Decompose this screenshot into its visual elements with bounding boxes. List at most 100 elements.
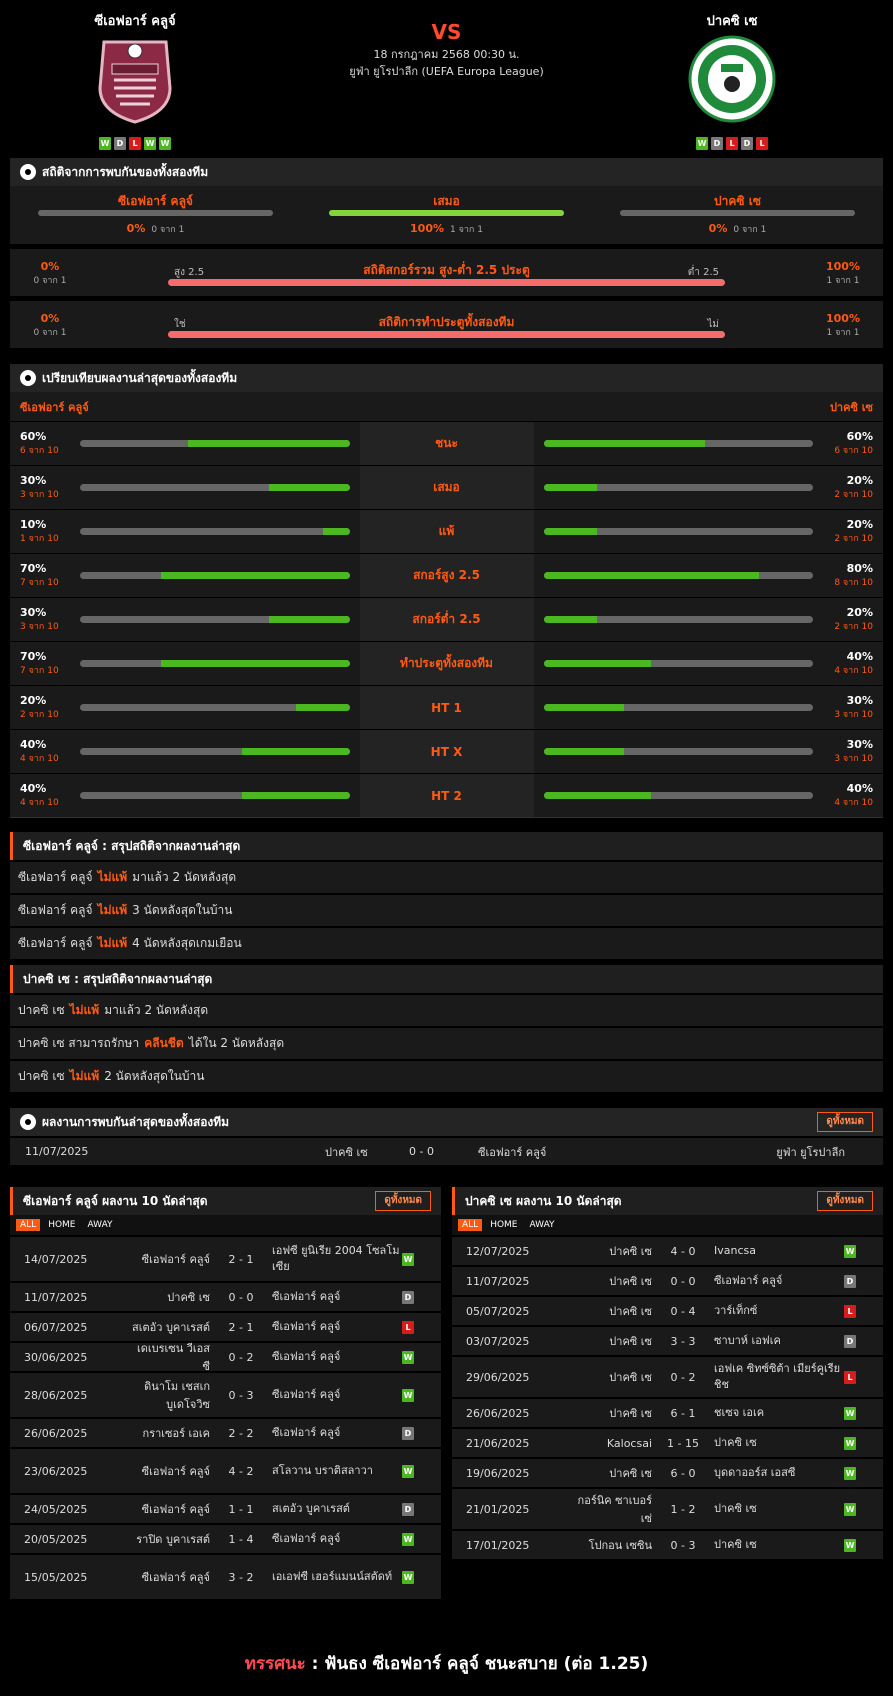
tab-home[interactable]: HOME [44, 1219, 79, 1231]
home-pct-count: 4 จาก 10 [20, 753, 59, 764]
compare-label: ชนะ [359, 422, 534, 465]
view-all-button[interactable]: ดูทั้งหมด [817, 1112, 873, 1132]
match-home: ซีเอฟอาร์ คลูจ์ [141, 1571, 210, 1584]
match-row[interactable]: 30/06/2025 เดเบรเซน วีเอสซี 0 - 2 ซีเอฟอาร์… [10, 1342, 441, 1373]
compare-label: HT 2 [359, 774, 534, 817]
away-bar [543, 748, 813, 755]
match-home: ราปิด บูคาเรสต์ [136, 1533, 210, 1546]
match-away: ซีเอฟอาร์ คลูจ์ [714, 1274, 783, 1287]
tab-all[interactable]: ALL [16, 1219, 41, 1231]
match-row[interactable]: 23/06/2025 ซีเอฟอาร์ คลูจ์ 4 - 2 สโลวาน บรา… [10, 1449, 441, 1493]
summary-line: ซีเอฟอาร์ คลูจ์ ไม่แพ้ 3 นัดหลังสุดในบ้าน [10, 895, 883, 926]
h2h-col-label: ปาคซิ เซ [714, 194, 761, 208]
compare-row: 70% 7 จาก 10 สกอร์สูง 2.5 80% 8 จาก 10 [10, 553, 883, 597]
form-badge: D [741, 137, 753, 150]
home-team[interactable]: ซีเอฟอาร์ คลูจ์ WDLWW [35, 10, 235, 150]
ou-over-label: สูง 2.5 [174, 267, 205, 278]
home-bar-fill [187, 440, 350, 447]
result-badge: W [844, 1503, 856, 1516]
match-date: 21/01/2025 [466, 1502, 530, 1516]
result-badge: W [402, 1465, 414, 1478]
match-date: 20/05/2025 [24, 1532, 88, 1546]
match-date: 30/06/2025 [24, 1350, 88, 1364]
tab-home[interactable]: HOME [486, 1219, 521, 1231]
compare-home-name: ซีเอฟอาร์ คลูจ์ [20, 400, 89, 414]
match-row[interactable]: 03/07/2025 ปาคซิ เซ 3 - 3 ซาบาห์ เอฟเค D [452, 1327, 883, 1355]
bt-no-label: ไม่ [707, 319, 719, 330]
away-team[interactable]: ปาคซิ เซ WDLDL [632, 10, 832, 150]
match-date: 21/06/2025 [466, 1436, 530, 1450]
away-bar-fill [543, 748, 625, 755]
vs-label: VS [431, 20, 462, 44]
ou-right: 100% 1 จาก 1 [813, 260, 873, 287]
match-home: ดินาโม เชสเก บูเดโจวิซ [144, 1380, 210, 1411]
compare-section: เปรียบเทียบผลงานล่าสุดของทั้งสองทีม ซีเอ… [10, 364, 883, 818]
match-row[interactable]: 28/06/2025 ดินาโม เชสเก บูเดโจวิซ 0 - 3 ซีเ… [10, 1373, 441, 1417]
match-row[interactable]: 21/01/2025 กอร์นิค ซาเบอร์เซ่ 1 - 2 ปาคซิ เ… [452, 1489, 883, 1529]
away-pct-count: 4 จาก 10 [834, 665, 873, 676]
view-all-button[interactable]: ดูทั้งหมด [817, 1191, 873, 1211]
match-row[interactable]: 11/07/2025 ปาคซิ เซ 0 - 0 ซีเอฟอาร์ คลูจ์ D [452, 1267, 883, 1295]
home-form: WDLWW [35, 137, 235, 150]
compare-home-side: 30% 3 จาก 10 [10, 466, 360, 509]
compare-row: 30% 3 จาก 10 เสมอ 20% 2 จาก 10 [10, 465, 883, 509]
match-date: 26/06/2025 [466, 1406, 530, 1420]
section-title: สถิติจากการพบกันของทั้งสองทีม [42, 164, 209, 179]
compare-label: HT 1 [359, 686, 534, 729]
home-bar [80, 748, 350, 755]
summary-text: ปาคซิ เซ [18, 1069, 65, 1083]
tab-away[interactable]: AWAY [526, 1219, 559, 1231]
section-title: ผลงานการพบกันล่าสุดของทั้งสองทีม [42, 1114, 230, 1129]
match-row[interactable]: 14/07/2025 ซีเอฟอาร์ คลูจ์ 2 - 1 เอฟซี ยูนิ… [10, 1237, 441, 1281]
home-pct-count: 1 จาก 10 [20, 533, 59, 544]
away-bar-fill [543, 528, 598, 535]
match-date: 12/07/2025 [466, 1244, 530, 1258]
away-pct: 60% 6 จาก 10 [813, 430, 873, 458]
compare-header: เปรียบเทียบผลงานล่าสุดของทั้งสองทีม [10, 364, 883, 392]
home-last-ten-header: ซีเอฟอาร์ คลูจ์ ผลงาน 10 นัดล่าสุด ดูทั้ง… [10, 1187, 441, 1215]
match-result: W [402, 1532, 422, 1546]
last-h2h-row[interactable]: 11/07/2025 ปาคซิ เซ 0 - 0 ซีเอฟอาร์ คลูจ… [10, 1138, 883, 1165]
compare-home-side: 70% 7 จาก 10 [10, 642, 360, 685]
home-pct: 40% 4 จาก 10 [20, 782, 80, 810]
away-summary-lines: ปาคซิ เซ ไม่แพ้ มาแล้ว 2 นัดหลังสุด ปาคซิ เ… [10, 995, 883, 1092]
match-row[interactable]: 29/06/2025 ปาคซิ เซ 0 - 2 เอฟเค ซิทซ์ซิต้า … [452, 1357, 883, 1397]
match-home: เดเบรเซน วีเอสซี [136, 1342, 210, 1373]
match-row[interactable]: 21/06/2025 Kalocsai 1 - 15 ปาคซิ เซ W [452, 1429, 883, 1457]
match-row[interactable]: 26/06/2025 กราเซอร์ เอเค 2 - 2 ซีเอฟอาร์ คล… [10, 1419, 441, 1447]
away-bar [543, 440, 813, 447]
home-pct: 70% 7 จาก 10 [20, 562, 80, 590]
compare-home-side: 20% 2 จาก 10 [10, 686, 360, 729]
match-date: 17/01/2025 [466, 1538, 530, 1552]
match-row[interactable]: 26/06/2025 ปาคซิ เซ 6 - 1 ชเซจ เอเค W [452, 1399, 883, 1427]
match-row[interactable]: 24/05/2025 ซีเอฟอาร์ คลูจ์ 1 - 1 สเตอัว บูค… [10, 1495, 441, 1523]
match-away: วาร์เท็กซ์ [714, 1304, 758, 1317]
match-row[interactable]: 17/01/2025 โปกอน เซซิน 0 - 3 ปาคซิ เซ W [452, 1531, 883, 1559]
tab-away[interactable]: AWAY [84, 1219, 117, 1231]
match-date: 06/07/2025 [24, 1320, 88, 1334]
match-row[interactable]: 12/07/2025 ปาคซิ เซ 4 - 0 Ivancsa W [452, 1237, 883, 1265]
home-pct-value: 10% [20, 517, 47, 531]
match-row[interactable]: 20/05/2025 ราปิด บูคาเรสต์ 1 - 4 ซีเอฟอาร์ … [10, 1525, 441, 1553]
h2h-bar-fill [329, 210, 564, 216]
match-row[interactable]: 11/07/2025 ปาคซิ เซ 0 - 0 ซีเอฟอาร์ คลูจ์ D [10, 1283, 441, 1311]
away-bar-fill [543, 572, 760, 579]
match-home: กอร์นิค ซาเบอร์เซ่ [577, 1494, 652, 1525]
compare-home-side: 70% 7 จาก 10 [10, 554, 360, 597]
match-row[interactable]: 15/05/2025 ซีเอฟอาร์ คลูจ์ 3 - 2 เอเอฟซี เฮ… [10, 1555, 441, 1599]
away-bar-fill [543, 704, 625, 711]
away-bar [543, 792, 813, 799]
match-result: D [844, 1334, 864, 1348]
match-row[interactable]: 05/07/2025 ปาคซิ เซ 0 - 4 วาร์เท็กซ์ L [452, 1297, 883, 1325]
ou-left-pct: 0% [40, 260, 60, 273]
match-row[interactable]: 06/07/2025 สเตอัว บูคาเรสต์ 2 - 1 ซีเอฟอาร์… [10, 1313, 441, 1341]
bt-title: สถิติการทำประตูทั้งสองทีม [378, 315, 515, 329]
away-bar-fill [543, 440, 706, 447]
view-all-button[interactable]: ดูทั้งหมด [375, 1191, 431, 1211]
home-bar [80, 528, 350, 535]
summary-text: 3 นัดหลังสุดในบ้าน [132, 903, 233, 917]
match-score: 0 - 3 [228, 1388, 254, 1402]
summary-line: ปาคซิ เซ ไม่แพ้ 2 นัดหลังสุดในบ้าน [10, 1061, 883, 1092]
match-row[interactable]: 19/06/2025 ปาคซิ เซ 6 - 0 บุดดาออร์ส เอสซี W [452, 1459, 883, 1487]
tab-all[interactable]: ALL [458, 1219, 483, 1231]
